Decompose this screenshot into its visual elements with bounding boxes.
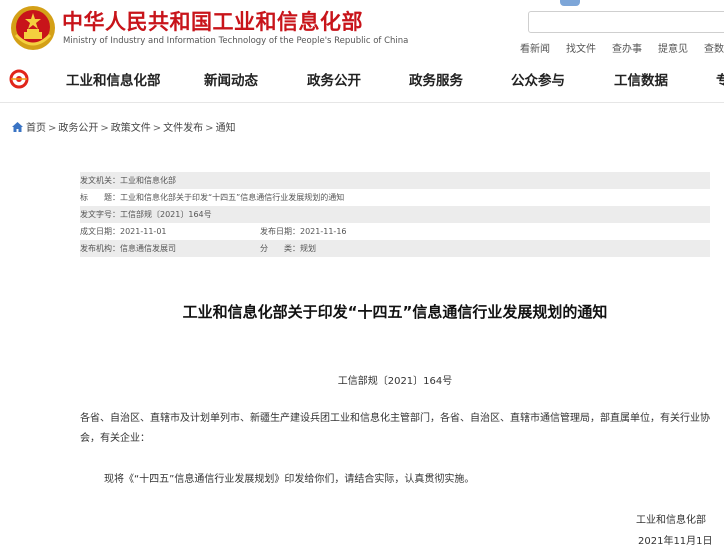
quick-link-news[interactable]: 看新闻 — [520, 40, 550, 55]
nav-item-news[interactable]: 新闻动态 — [204, 69, 258, 89]
document-addressees: 各省、自治区、直辖市及计划单列市、新疆生产建设兵团工业和信息化主管部门，各省、自… — [80, 413, 710, 444]
site-title: 中华人民共和国工业和信息化部 — [62, 10, 363, 34]
quick-link-data[interactable]: 查数据 — [704, 40, 724, 55]
meta-row-docno: 发文字号：工信部规〔2021〕164号 — [80, 206, 710, 223]
nav-item-data[interactable]: 工信数据 — [614, 69, 668, 89]
quick-link-services[interactable]: 查办事 — [612, 40, 642, 55]
document-body: 现将《“十四五”信息通信行业发展规划》印发给你们，请结合实际，认真贯彻实施。 — [104, 474, 475, 485]
home-icon — [12, 122, 23, 132]
national-emblem-icon — [11, 6, 55, 50]
meta-row-issuer: 发文机关：工业和信息化部 — [80, 172, 710, 189]
breadcrumb-gov-affairs[interactable]: 政务公开 — [58, 123, 98, 134]
meta-category: 规划 — [300, 244, 316, 253]
meta-row-subject: 标 题：工业和信息化部关于印发“十四五”信息通信行业发展规划的通知 — [80, 193, 345, 202]
main-nav: 工业和信息化部 新闻动态 政务公开 政务服务 公众参与 工信数据 专 — [0, 60, 724, 103]
ministry-logo-icon[interactable] — [9, 69, 29, 89]
document-metadata: 发文机关：工业和信息化部 标 题：工业和信息化部关于印发“十四五”信息通信行业发… — [80, 172, 710, 257]
breadcrumb-file-release[interactable]: 文件发布 — [163, 123, 203, 134]
breadcrumb: 首页 > 政务公开 > 政策文件 > 文件发布 > 通知 — [12, 119, 236, 134]
meta-issuer: 工业和信息化部 — [120, 176, 176, 185]
meta-docno: 工信部规〔2021〕164号 — [120, 210, 212, 219]
quick-link-files[interactable]: 找文件 — [566, 40, 596, 55]
meta-row-dates: 成文日期：2021-11-01 发布日期：2021-11-16 — [80, 227, 347, 236]
document-signature: 工业和信息化部 — [636, 515, 706, 526]
nav-item-gov-affairs[interactable]: 政务公开 — [307, 69, 361, 89]
breadcrumb-notice[interactable]: 通知 — [216, 123, 236, 134]
nav-item-ministry[interactable]: 工业和信息化部 — [66, 69, 161, 89]
meta-published-date: 2021-11-16 — [300, 227, 347, 236]
meta-org: 信息通信发展司 — [120, 244, 176, 253]
site-subtitle: Ministry of Industry and Information Tec… — [63, 36, 409, 46]
document-title: 工业和信息化部关于印发“十四五”信息通信行业发展规划的通知 — [182, 303, 608, 321]
quick-links: 看新闻 找文件 查办事 提意见 查数据 — [520, 40, 724, 55]
document-number: 工信部规〔2021〕164号 — [337, 376, 453, 387]
site-header: 中华人民共和国工业和信息化部 Ministry of Industry and … — [0, 0, 724, 60]
nav-item-more[interactable]: 专 — [716, 69, 724, 89]
meta-subject: 工业和信息化部关于印发“十四五”信息通信行业发展规划的通知 — [120, 193, 345, 202]
breadcrumb-home[interactable]: 首页 — [26, 123, 46, 134]
search-button[interactable] — [560, 0, 580, 6]
meta-row-org: 发布机构：信息通信发展司 分 类：规划 — [80, 240, 710, 257]
breadcrumb-policy-files[interactable]: 政策文件 — [111, 123, 151, 134]
nav-item-participation[interactable]: 公众参与 — [511, 69, 565, 89]
nav-item-services[interactable]: 政务服务 — [409, 69, 463, 89]
search-input[interactable] — [528, 11, 724, 33]
meta-created-date: 2021-11-01 — [120, 227, 167, 236]
quick-link-feedback[interactable]: 提意见 — [658, 40, 688, 55]
